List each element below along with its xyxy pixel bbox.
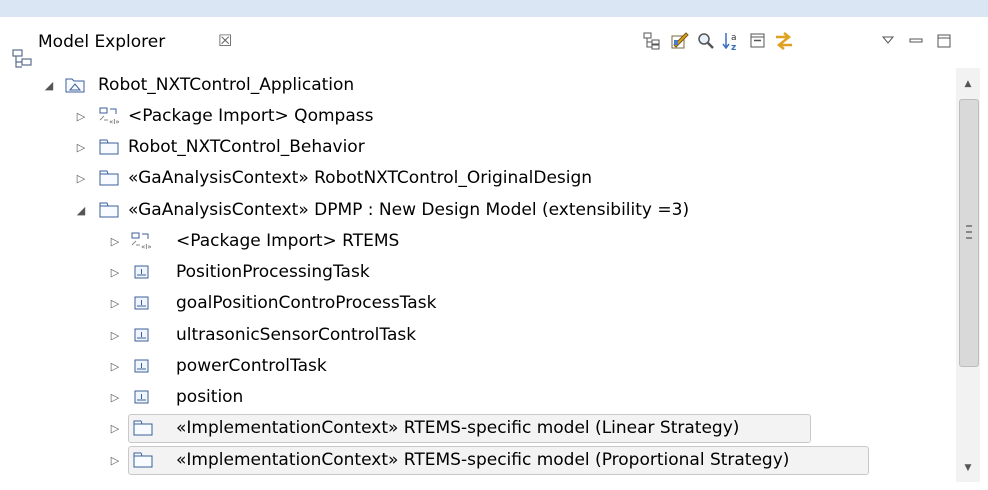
tree-row-label: goalPositionControProcessTask xyxy=(176,293,437,313)
tree-row-label: PositionProcessingTask xyxy=(176,262,370,282)
search-icon[interactable] xyxy=(694,29,718,53)
close-icon[interactable]: ☒ xyxy=(218,30,232,52)
tree-row-label: powerControlTask xyxy=(176,356,327,376)
expand-arrow-icon[interactable]: ▷ xyxy=(108,390,122,404)
expand-arrow-icon[interactable]: ▷ xyxy=(74,171,88,185)
tree-row-label: <Package Import> Qompass xyxy=(128,106,374,126)
expand-arrow-icon[interactable]: ▷ xyxy=(74,109,88,123)
instance-icon xyxy=(134,328,149,342)
instance-icon xyxy=(134,296,149,310)
model-tree[interactable]: ◢ Robot_NXTControl_Application ▷ «I» <Pa… xyxy=(0,68,955,490)
tree-row-instance[interactable]: ▷ powerControlTask xyxy=(0,351,955,381)
link-sync-icon[interactable] xyxy=(772,29,796,53)
tree-row-label: <Package Import> RTEMS xyxy=(176,231,400,251)
tree-row-package[interactable]: ◢ «GaAnalysisContext» DPMP : New Design … xyxy=(0,195,955,225)
tree-row-instance[interactable]: ▷ goalPositionControProcessTask xyxy=(0,288,955,318)
scroll-down-arrow-icon[interactable]: ▼ xyxy=(956,460,980,476)
tree-row-package[interactable]: ▷ «ImplementationContext» RTEMS-specific… xyxy=(0,445,955,475)
view-title[interactable]: Model Explorer xyxy=(38,32,165,52)
link-with-editor-icon[interactable] xyxy=(640,29,664,53)
model-explorer-icon xyxy=(12,49,32,68)
expand-arrow-icon[interactable]: ▷ xyxy=(108,359,122,373)
package-icon xyxy=(99,170,119,186)
svg-text:z: z xyxy=(731,43,736,52)
tree-row-label: position xyxy=(176,387,244,407)
tree-row-label: ultrasonicSensorControlTask xyxy=(176,325,417,345)
package-icon xyxy=(133,452,153,468)
instance-icon xyxy=(134,390,149,404)
tree-row-instance[interactable]: ▷ PositionProcessingTask xyxy=(0,257,955,287)
collapse-all-icon[interactable] xyxy=(746,29,770,53)
collapse-arrow-icon[interactable]: ◢ xyxy=(42,78,56,92)
package-icon xyxy=(99,202,119,218)
tree-row-label: «GaAnalysisContext» DPMP : New Design Mo… xyxy=(128,200,690,220)
expand-arrow-icon[interactable]: ▷ xyxy=(108,453,122,467)
scrollbar-thumb[interactable] xyxy=(959,99,979,367)
view-menu-icon[interactable] xyxy=(876,29,900,53)
sort-alphabetically-icon[interactable]: az xyxy=(720,29,744,53)
customize-icon[interactable] xyxy=(668,29,692,53)
tree-row-package-import[interactable]: ▷ «I» <Package Import> RTEMS xyxy=(0,226,955,256)
tree-row-instance[interactable]: ▷ ultrasonicSensorControlTask xyxy=(0,320,955,350)
tree-row-label: Robot_NXTControl_Behavior xyxy=(128,137,365,157)
expand-arrow-icon[interactable]: ▷ xyxy=(108,328,122,342)
maximize-icon[interactable] xyxy=(932,29,956,53)
tree-row-instance[interactable]: ▷ position xyxy=(0,382,955,412)
tree-row-label: «ImplementationContext» RTEMS-specific m… xyxy=(176,450,790,470)
expand-arrow-icon[interactable]: ▷ xyxy=(108,296,122,310)
model-icon xyxy=(65,78,85,93)
tree-row-label: Robot_NXTControl_Application xyxy=(98,75,355,95)
expand-arrow-icon[interactable]: ▷ xyxy=(108,421,122,435)
tree-row-package[interactable]: ▷ «ImplementationContext» RTEMS-specific… xyxy=(0,413,955,443)
vertical-scrollbar[interactable]: ▲ ▼ xyxy=(956,68,980,482)
expand-arrow-icon[interactable]: ▷ xyxy=(74,140,88,154)
tree-row-package[interactable]: ▷ «GaAnalysisContext» RobotNXTControl_Or… xyxy=(0,163,955,193)
package-icon xyxy=(133,420,153,436)
svg-text:a: a xyxy=(731,33,737,43)
minimize-icon[interactable] xyxy=(904,29,928,53)
tree-row-application[interactable]: ◢ Robot_NXTControl_Application xyxy=(0,70,955,100)
view-tab-strip xyxy=(0,0,988,17)
scroll-up-arrow-icon[interactable]: ▲ xyxy=(956,76,980,92)
instance-icon xyxy=(134,265,149,279)
instance-icon xyxy=(134,359,149,373)
expand-arrow-icon[interactable]: ▷ xyxy=(108,234,122,248)
tree-row-package[interactable]: ▷ Robot_NXTControl_Behavior xyxy=(0,132,955,162)
svg-text:«I»: «I» xyxy=(109,118,120,126)
collapse-arrow-icon[interactable]: ◢ xyxy=(74,203,88,217)
grip-icon xyxy=(966,225,972,239)
package-import-icon: «I» xyxy=(99,107,120,126)
tree-row-package-import[interactable]: ▷ «I» <Package Import> Qompass xyxy=(0,101,955,131)
svg-text:«I»: «I» xyxy=(141,243,152,251)
package-icon xyxy=(99,139,119,155)
package-import-icon: «I» xyxy=(131,232,152,251)
expand-arrow-icon[interactable]: ▷ xyxy=(108,265,122,279)
tree-row-label: «GaAnalysisContext» RobotNXTControl_Orig… xyxy=(128,168,593,188)
tree-row-label: «ImplementationContext» RTEMS-specific m… xyxy=(176,418,740,438)
